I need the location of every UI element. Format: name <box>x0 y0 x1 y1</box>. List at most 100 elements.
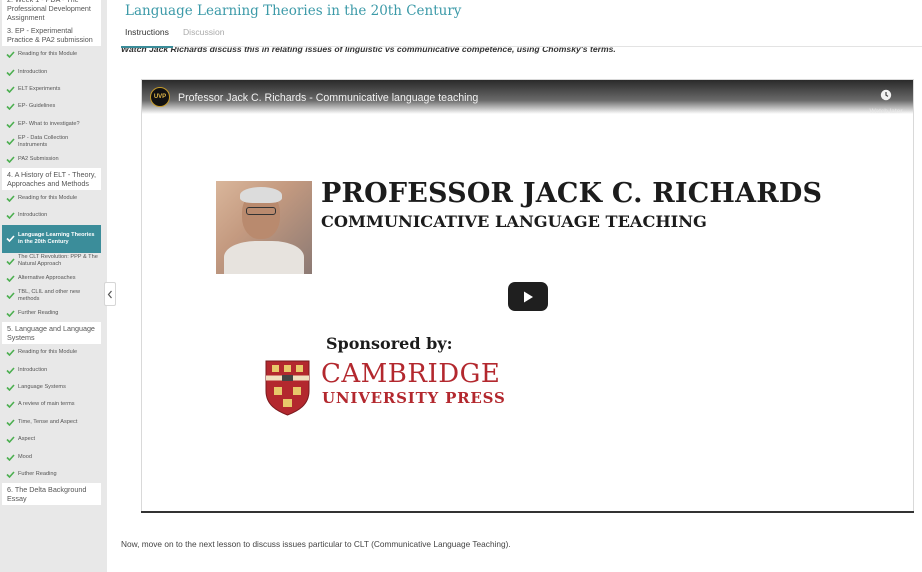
sidebar-lesson-introduction[interactable]: Introduction <box>2 63 101 80</box>
play-button[interactable] <box>508 282 548 311</box>
sidebar-lesson-label: The CLT Revolution: PPP & The Natural Ap… <box>18 254 98 268</box>
sidebar-lesson-label: Further Reading <box>18 309 59 316</box>
checkmark-icon <box>5 258 15 265</box>
checkmark-icon <box>5 235 15 243</box>
checkmark-icon <box>5 367 15 374</box>
course-sidebar: 2. Week 1 - PDA - The Professional Devel… <box>0 0 107 572</box>
sidebar-module-4-a-history-of-elt-theory-approaches-and[interactable]: 4. A History of ELT - Theory, Approaches… <box>2 167 101 190</box>
video-player[interactable]: UVP Professor Jack C. Richards - Communi… <box>141 79 914 512</box>
sidebar-lesson-label: Reading for this Module <box>18 194 78 201</box>
checkmark-icon <box>5 384 15 392</box>
sidebar-lesson-label: PA2 Submission <box>18 155 59 162</box>
header-divider <box>173 46 922 47</box>
sidebar-module-3-ep-experimental-practice-pa2-submissio[interactable]: 3. EP - Experimental Practice & PA2 subm… <box>2 24 101 46</box>
checkmark-icon <box>5 69 15 76</box>
checkmark-icon <box>5 155 15 163</box>
video-divider <box>141 511 914 513</box>
sidebar-lesson-pa2-submission[interactable]: PA2 Submission <box>2 150 101 167</box>
sidebar-lesson-ep-what-to-investigate[interactable]: EP- What to investigate? <box>2 116 101 133</box>
video-title-bar: UVP Professor Jack C. Richards - Communi… <box>142 80 913 115</box>
checkmark-icon <box>5 138 15 146</box>
next-lesson-text: Now, move on to the next lesson to discu… <box>121 539 511 549</box>
video-name-caption: PROFESSOR JACK C. RICHARDS <box>321 178 823 209</box>
page-title: Language Learning Theories in the 20th C… <box>125 3 462 19</box>
sidebar-module-2-week-1-pda-the-professional-developmen[interactable]: 2. Week 1 - PDA - The Professional Devel… <box>2 0 101 24</box>
tab-instructions[interactable]: Instructions <box>125 27 169 42</box>
course-outline: 2. Week 1 - PDA - The Professional Devel… <box>0 0 107 506</box>
sidebar-lesson-label: Reading for this Module <box>18 349 78 356</box>
sidebar-lesson-alternative-approaches[interactable]: Alternative Approaches <box>2 270 101 287</box>
sidebar-lesson-label: Introduction <box>18 68 48 75</box>
sidebar-lesson-label: Language Systems <box>18 384 66 391</box>
sidebar-lesson-tbl-clil-and-other-new-methods[interactable]: TBL, CLIL and other new methods <box>2 287 101 304</box>
sidebar-lesson-label: Aspect <box>18 436 36 443</box>
sidebar-lesson-label: EP - Data Collection Instruments <box>18 134 69 148</box>
checkmark-icon <box>5 436 15 444</box>
sidebar-lesson-label: Language Learning Theories in the 20th C… <box>18 231 95 245</box>
sidebar-lesson-label: Introduction <box>18 366 48 373</box>
sidebar-lesson-label: Alternative Approaches <box>18 275 76 282</box>
sidebar-lesson-futher-reading[interactable]: Futher Reading <box>2 466 101 483</box>
checkmark-icon <box>5 419 15 426</box>
speaker-photo <box>216 181 312 274</box>
lesson-tabs: Instructions Discussion <box>125 27 225 42</box>
sidebar-lesson-label: Introduction <box>18 212 48 219</box>
sidebar-lesson-elt-experiments[interactable]: ELT Experiments <box>2 81 101 98</box>
checkmark-icon <box>5 471 15 478</box>
sidebar-lesson-label: EP- What to investigate? <box>18 120 80 127</box>
sidebar-module-6-the-delta-background-essay[interactable]: 6. The Delta Background Essay <box>2 483 101 506</box>
sidebar-lesson-time-tense-and-aspect[interactable]: Time, Tense and Aspect <box>2 414 101 431</box>
tab-discussion[interactable]: Discussion <box>183 27 225 42</box>
checkmark-icon <box>5 275 15 283</box>
checkmark-icon <box>5 103 15 111</box>
sidebar-lesson-label: Futher Reading <box>18 471 57 477</box>
sidebar-lesson-label: TBL, CLIL and other new methods <box>18 288 80 302</box>
chevron-left-icon <box>107 290 112 298</box>
cambridge-crest-icon <box>265 360 310 416</box>
clock-icon <box>880 89 892 101</box>
speaker-glasses <box>246 207 276 215</box>
video-title[interactable]: Professor Jack C. Richards - Communicati… <box>178 92 478 104</box>
publisher-name: CAMBRIDGE <box>321 359 501 389</box>
sidebar-lesson-mood[interactable]: Mood <box>2 448 101 465</box>
checkmark-icon <box>5 51 15 59</box>
sidebar-module-5-language-and-language-systems[interactable]: 5. Language and Language Systems <box>2 322 101 345</box>
active-tab-indicator <box>121 46 173 48</box>
checkmark-icon <box>5 195 15 202</box>
video-subtitle-caption: COMMUNICATIVE LANGUAGE TEACHING <box>321 212 707 231</box>
sidebar-lesson-introduction[interactable]: Introduction <box>2 361 101 378</box>
sidebar-lesson-further-reading[interactable]: Further Reading <box>2 305 101 322</box>
sidebar-lesson-label: A review of main terms <box>18 401 75 408</box>
sidebar-lesson-label: ELT Experiments <box>18 85 61 92</box>
sidebar-lesson-label: Mood <box>18 453 32 460</box>
sidebar-lesson-reading-for-this-module[interactable]: Reading for this Module <box>2 190 101 207</box>
sidebar-lesson-language-systems[interactable]: Language Systems <box>2 379 101 396</box>
checkmark-icon <box>5 454 15 461</box>
checkmark-icon <box>5 121 15 128</box>
watch-later-button[interactable]: Watch later <box>863 88 909 115</box>
sponsored-label: Sponsored by: <box>326 334 453 353</box>
checkmark-icon <box>5 292 15 300</box>
sidebar-lesson-language-learning-theories-in-the-20th-c[interactable]: Language Learning Theories in the 20th C… <box>2 224 101 253</box>
collapse-sidebar-button[interactable] <box>104 282 116 306</box>
play-icon <box>524 291 533 302</box>
sidebar-lesson-a-review-of-main-terms[interactable]: A review of main terms <box>2 396 101 413</box>
checkmark-icon <box>5 212 15 220</box>
sidebar-lesson-label: Time, Tense and Aspect <box>18 418 78 425</box>
sidebar-lesson-reading-for-this-module[interactable]: Reading for this Module <box>2 46 101 63</box>
publisher-subtitle: UNIVERSITY PRESS <box>322 389 506 407</box>
sidebar-lesson-label: EP- Guidelines <box>18 103 56 110</box>
speaker-shirt <box>224 241 304 274</box>
sidebar-lesson-the-clt-revolution-ppp-the-natural-appro[interactable]: The CLT Revolution: PPP & The Natural Ap… <box>2 253 101 270</box>
sidebar-lesson-reading-for-this-module[interactable]: Reading for this Module <box>2 344 101 361</box>
sidebar-lesson-ep-guidelines[interactable]: EP- Guidelines <box>2 98 101 115</box>
checkmark-icon <box>5 310 15 317</box>
checkmark-icon <box>5 349 15 357</box>
sidebar-lesson-aspect[interactable]: Aspect <box>2 431 101 448</box>
watch-later-label: Watch later <box>869 108 903 115</box>
sidebar-lesson-introduction[interactable]: Introduction <box>2 207 101 224</box>
channel-avatar[interactable]: UVP <box>150 87 170 107</box>
sidebar-lesson-ep-data-collection-instruments[interactable]: EP - Data Collection Instruments <box>2 133 101 150</box>
checkmark-icon <box>5 401 15 409</box>
sidebar-lesson-label: Reading for this Module <box>18 51 78 58</box>
